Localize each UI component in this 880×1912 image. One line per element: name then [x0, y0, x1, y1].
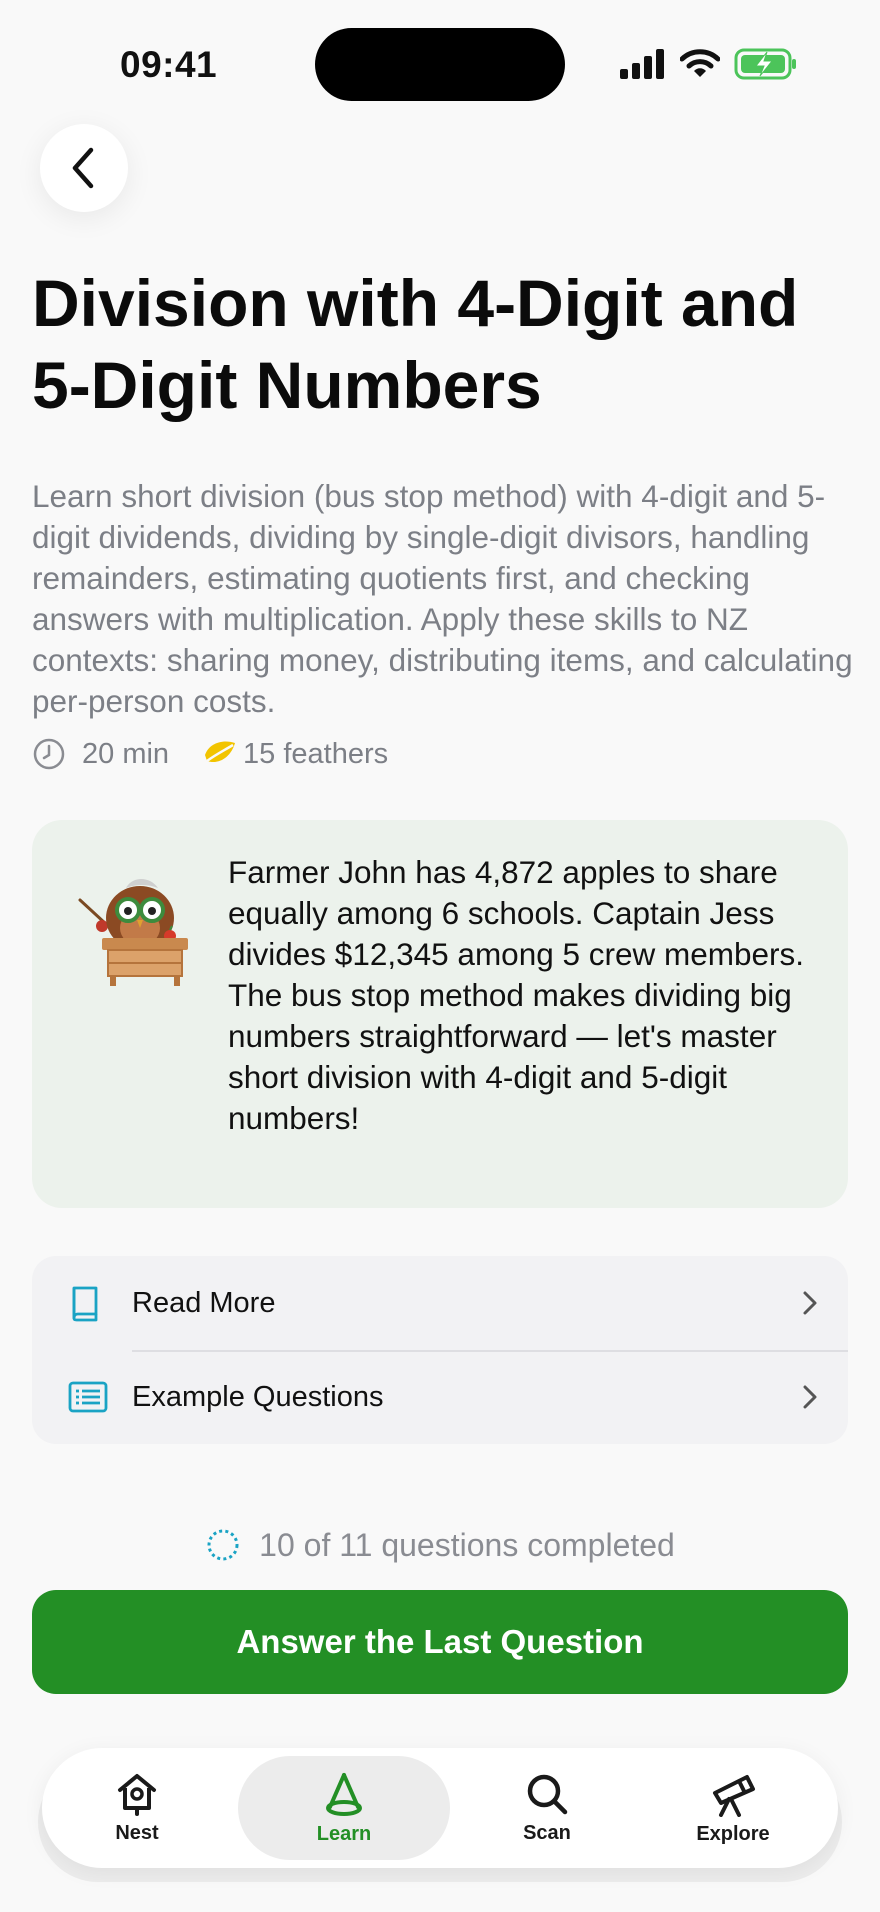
status-time: 09:41 [120, 44, 218, 85]
cone-icon [326, 1772, 362, 1816]
tab-nest[interactable]: Nest [52, 1748, 222, 1868]
search-icon [527, 1774, 568, 1814]
chevron-right-icon [803, 1385, 817, 1409]
status-icons [620, 46, 798, 82]
tab-scan[interactable]: Scan [462, 1748, 632, 1868]
chevron-right-icon [803, 1291, 817, 1315]
read-more-row[interactable]: Read More [32, 1256, 848, 1350]
duration-info: 20 min [32, 737, 169, 771]
page-title: Division with 4-Digit and 5-Digit Number… [32, 266, 799, 422]
tab-explore[interactable]: Explore [648, 1748, 818, 1868]
owl-teacher-icon [78, 879, 188, 986]
chevron-left-icon [72, 147, 94, 189]
lesson-description: Learn short division (bus stop method) w… [32, 478, 853, 719]
progress-ring-icon [207, 1529, 239, 1561]
clock-icon [33, 738, 65, 770]
progress-status: 10 of 11 questions completed [0, 1520, 880, 1570]
lesson-meta: 20 min 15 feathers [32, 734, 388, 774]
example-questions-row[interactable]: Example Questions [32, 1350, 848, 1444]
resources-list: Read More Example Questions [32, 1256, 848, 1444]
cellular-signal-icon [620, 49, 664, 79]
list-icon [68, 1381, 108, 1413]
answer-last-question-button[interactable]: Answer the Last Question [32, 1590, 848, 1694]
tab-learn-label: Learn [316, 1822, 372, 1845]
back-button[interactable] [40, 124, 128, 212]
tab-scan-label: Scan [523, 1821, 571, 1844]
story-text: Farmer John has 4,872 apples to share eq… [228, 854, 805, 1136]
book-icon [72, 1286, 98, 1322]
dynamic-island [315, 28, 565, 101]
tab-bar: Nest Learn Scan Explore [42, 1748, 838, 1868]
duration-text: 20 min [82, 737, 170, 770]
read-more-label: Read More [132, 1286, 276, 1319]
reward-text: 15 feathers [243, 737, 389, 770]
tab-nest-label: Nest [115, 1821, 159, 1844]
tab-explore-label: Explore [696, 1822, 770, 1845]
tab-learn[interactable]: Learn [238, 1756, 450, 1860]
progress-text: 10 of 11 questions completed [259, 1526, 675, 1563]
feather-icon [205, 741, 236, 763]
reward-info: 15 feathers [203, 738, 388, 771]
battery-charging-icon [734, 48, 796, 80]
birdhouse-icon [118, 1773, 156, 1816]
story-card: Farmer John has 4,872 apples to share eq… [32, 820, 848, 1208]
wifi-icon [680, 49, 720, 77]
telescope-icon [713, 1774, 755, 1817]
status-bar: 09:41 [0, 0, 880, 120]
example-questions-label: Example Questions [132, 1380, 384, 1413]
